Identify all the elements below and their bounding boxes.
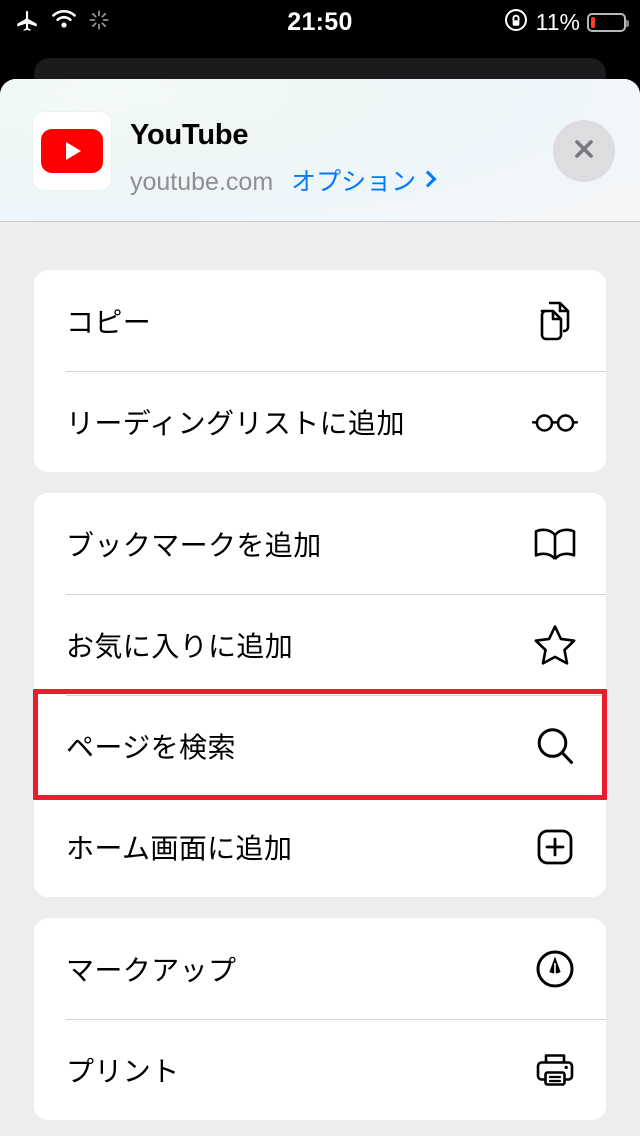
action-label: ブックマークを追加 xyxy=(66,528,322,562)
magnifier-icon xyxy=(531,722,579,770)
action-group-2: ブックマークを追加 お気に入りに追加 ページを検索 ホーム画面に追加 xyxy=(34,493,606,897)
star-icon xyxy=(531,621,579,669)
book-icon xyxy=(531,520,579,568)
action-label: ホーム画面に追加 xyxy=(66,831,293,865)
plus-square-icon xyxy=(531,823,579,871)
action-row-markup[interactable]: マークアップ xyxy=(34,918,606,1019)
action-label: リーディングリストに追加 xyxy=(66,406,405,440)
clock-label: 21:50 xyxy=(287,7,353,36)
action-row-add-favorite[interactable]: お気に入りに追加 xyxy=(34,594,606,695)
action-group-1: コピー リーディングリストに追加 xyxy=(34,270,606,472)
action-label: コピー xyxy=(66,305,152,339)
markup-pen-icon xyxy=(531,945,579,993)
rotation-lock-icon xyxy=(503,7,529,38)
app-title: YouTube xyxy=(130,119,249,151)
close-icon xyxy=(568,133,600,170)
youtube-app-icon xyxy=(33,112,111,190)
chevron-right-icon xyxy=(419,170,437,188)
share-sheet-header: YouTube youtube.com オプション xyxy=(0,79,640,222)
battery-fill xyxy=(591,16,595,28)
options-label: オプション xyxy=(291,168,417,196)
status-bar-right: 11% xyxy=(503,0,629,44)
action-row-find-on-page[interactable]: ページを検索 xyxy=(34,695,606,796)
action-group-3: マークアップ プリント xyxy=(34,918,606,1120)
action-label: お気に入りに追加 xyxy=(66,629,294,663)
status-bar: 21:50 11% xyxy=(0,0,640,44)
action-row-add-to-home-screen[interactable]: ホーム画面に追加 xyxy=(34,796,606,897)
action-label: プリント xyxy=(66,1054,180,1088)
printer-icon xyxy=(531,1046,579,1094)
close-button[interactable] xyxy=(553,120,615,182)
action-row-reading-list[interactable]: リーディングリストに追加 xyxy=(34,371,606,472)
doc-on-doc-icon xyxy=(531,297,579,345)
iphone-screen: 21:50 11% YouTube youtube.com オプション コピー … xyxy=(0,0,640,1136)
eyeglasses-icon xyxy=(531,398,579,446)
action-label: マークアップ xyxy=(66,953,237,987)
action-row-copy[interactable]: コピー xyxy=(34,270,606,371)
battery-icon xyxy=(587,12,629,32)
options-link[interactable]: オプション xyxy=(291,162,437,198)
action-row-print[interactable]: プリント xyxy=(34,1019,606,1120)
share-sheet: YouTube youtube.com オプション コピー リーディングリストに… xyxy=(0,79,640,1136)
action-row-add-bookmark[interactable]: ブックマークを追加 xyxy=(34,493,606,594)
app-host-label: youtube.com xyxy=(130,168,274,196)
app-subline: youtube.com オプション xyxy=(130,162,437,198)
action-list: コピー リーディングリストに追加 ブックマークを追加 お気に入りに追加 ページを… xyxy=(0,270,640,1120)
battery-percent-label: 11% xyxy=(535,8,580,35)
action-label: ページを検索 xyxy=(66,730,236,764)
